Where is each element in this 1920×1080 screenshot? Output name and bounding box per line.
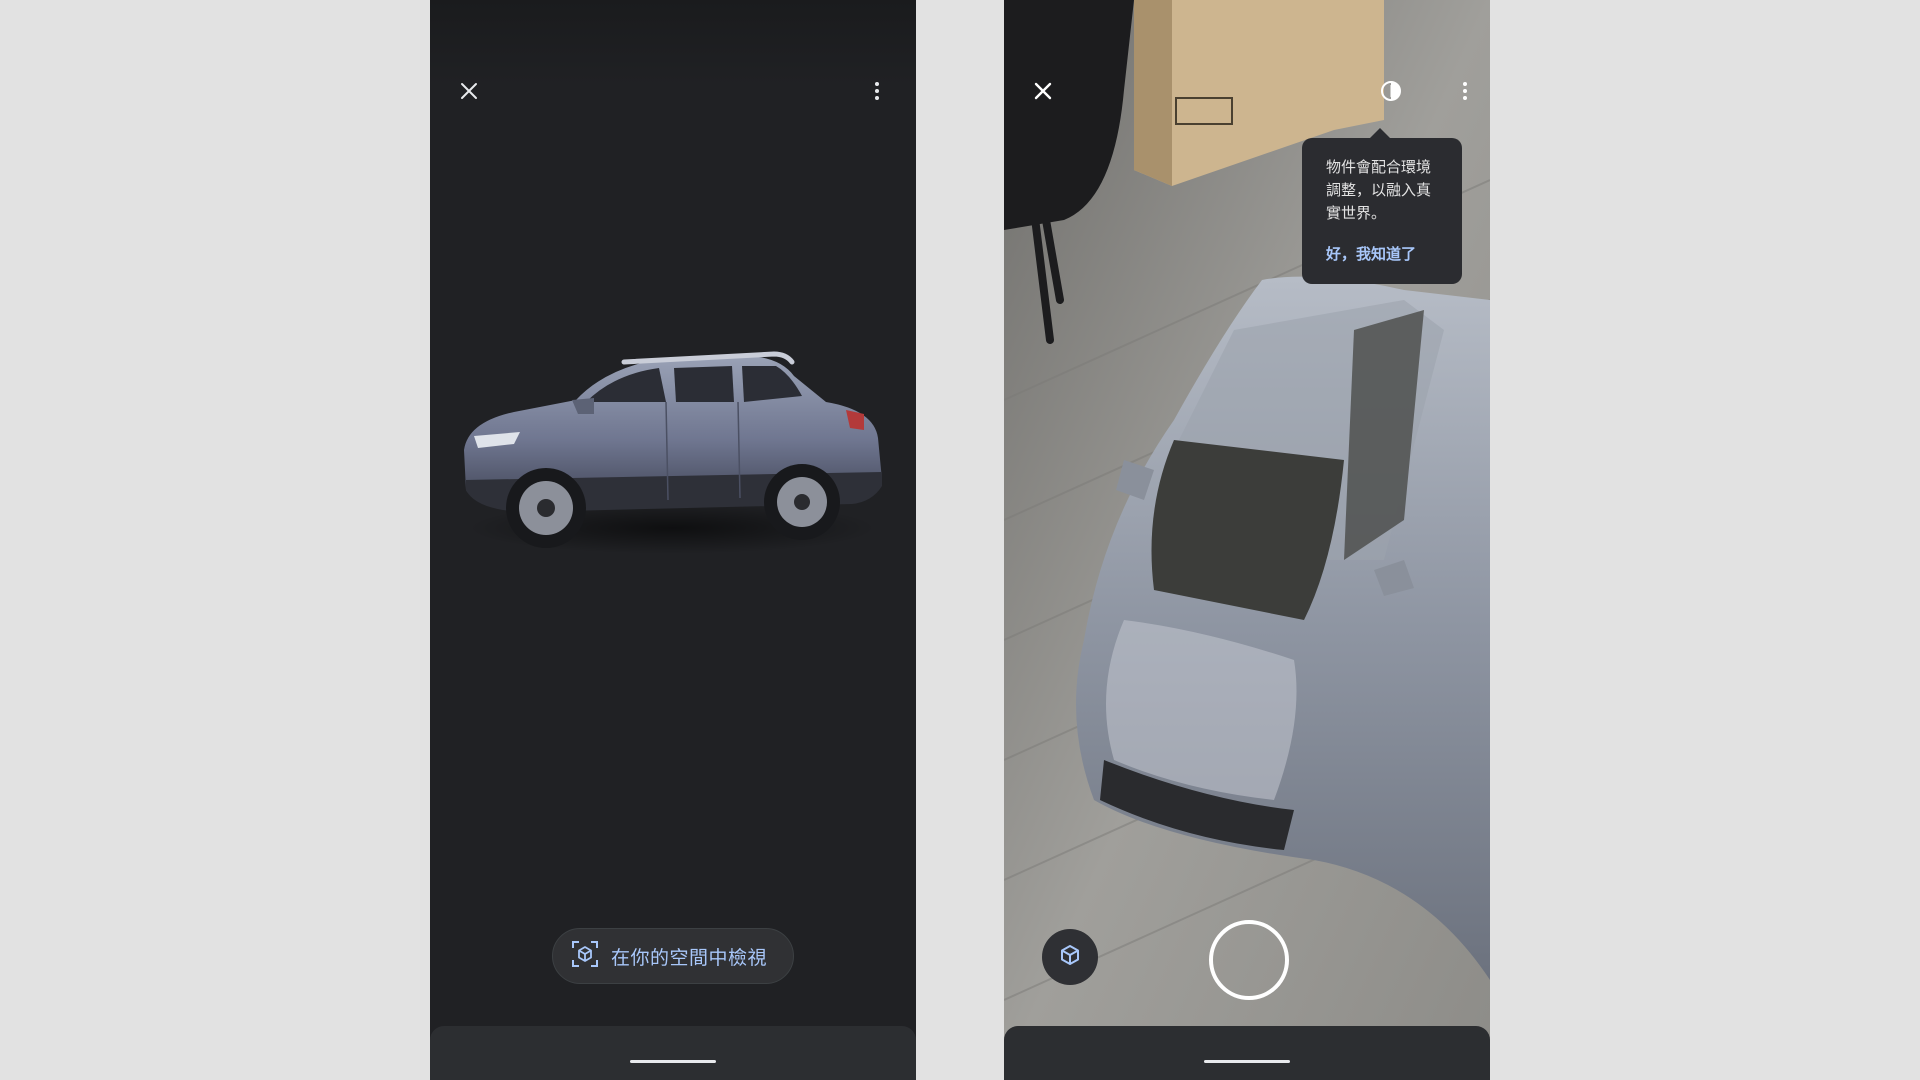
3d-object-button[interactable]	[1042, 929, 1098, 985]
home-gesture-handle[interactable]	[630, 1060, 716, 1063]
ar-cube-icon	[571, 940, 599, 972]
contrast-icon[interactable]	[1376, 76, 1406, 106]
view-in-space-button[interactable]: 在你的空間中檢視	[552, 928, 794, 984]
ar-camera-screen: 物件會配合環境調整，以融入真實世界。 好，我知道了	[1004, 0, 1490, 1080]
3d-object-icon	[1058, 943, 1082, 971]
home-gesture-handle[interactable]	[1204, 1060, 1290, 1063]
view-in-space-label: 在你的空間中檢視	[611, 946, 768, 969]
viewer-screen: 在你的空間中檢視	[430, 0, 916, 1080]
screenshot-canvas: 在你的空間中檢視 物件會配合環境調整，以融入真實世界。 好，我知道了	[0, 0, 1920, 1080]
shutter-button[interactable]	[1209, 920, 1289, 1000]
lighting-tooltip: 物件會配合環境調整，以融入真實世界。 好，我知道了	[1302, 128, 1462, 284]
tooltip-dismiss-button[interactable]: 好，我知道了	[1326, 243, 1444, 264]
more-vert-icon[interactable]	[1450, 76, 1480, 106]
tooltip-text: 物件會配合環境調整，以融入真實世界。	[1326, 158, 1432, 222]
navigation-bar	[1004, 1026, 1490, 1080]
car-3d-model[interactable]	[454, 340, 890, 560]
close-icon[interactable]	[454, 76, 484, 106]
more-vert-icon[interactable]	[862, 76, 892, 106]
navigation-bar	[430, 1026, 916, 1080]
close-icon[interactable]	[1028, 76, 1058, 106]
